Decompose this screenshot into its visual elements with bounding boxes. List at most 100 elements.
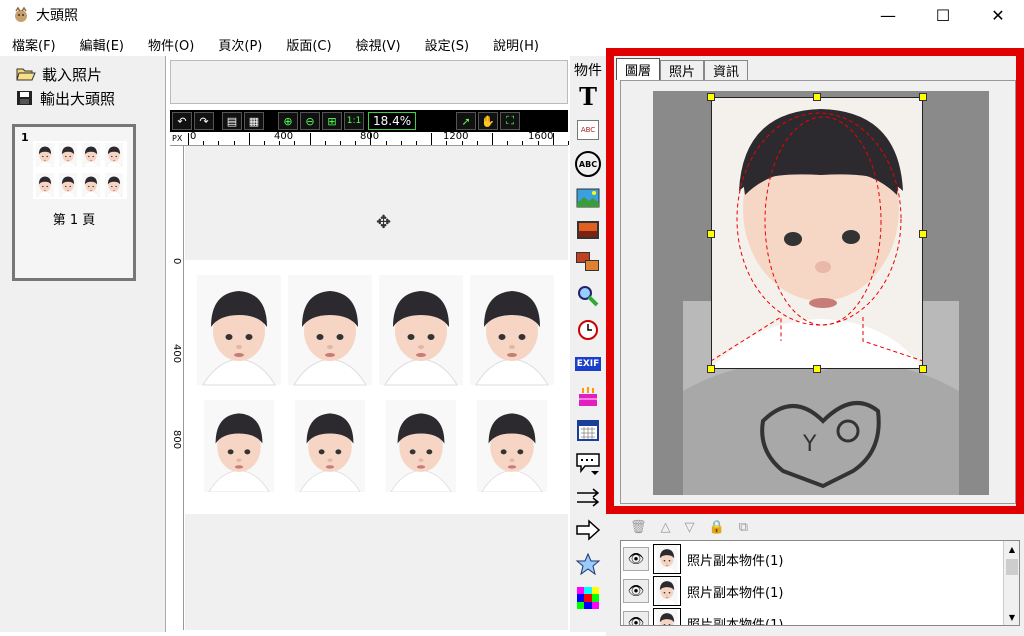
- actual-size-icon[interactable]: 1:1: [344, 112, 364, 130]
- title-bar: 大頭照 — ☐ ✕: [0, 0, 1024, 30]
- trash-icon[interactable]: 🗑: [630, 520, 647, 535]
- clock-icon[interactable]: [574, 318, 602, 342]
- layer-toolbar: 🗑 △ ▽ 🔒 ⧉: [620, 516, 1016, 538]
- ruler-v-label: 0: [171, 258, 182, 265]
- object-toolbar: 物件 T ABC ABC EXIF: [570, 56, 606, 632]
- visibility-eye-icon[interactable]: 👁: [623, 611, 649, 625]
- visibility-eye-icon[interactable]: 👁: [623, 579, 649, 603]
- ruler-tick: [279, 141, 281, 145]
- photo-copy[interactable]: [197, 400, 281, 496]
- redo-icon[interactable]: ↷: [194, 112, 214, 130]
- minimize-button[interactable]: —: [862, 0, 914, 30]
- thumbnail-photo: [35, 143, 56, 171]
- object-label: 物件: [574, 63, 602, 79]
- close-button[interactable]: ✕: [972, 0, 1024, 30]
- birthday-cake-icon[interactable]: [574, 384, 602, 408]
- ruler-tick: [537, 141, 539, 145]
- scroll-down-icon[interactable]: ▼: [1004, 609, 1019, 625]
- select-arrow-icon[interactable]: ➚: [456, 112, 477, 130]
- text-tool-icon[interactable]: T: [574, 82, 602, 111]
- thumbnail-photo: [58, 143, 79, 171]
- arrow-shape-icon[interactable]: [574, 518, 602, 542]
- photo-copy[interactable]: [288, 274, 372, 390]
- layer-item[interactable]: 👁 照片副本物件(1): [623, 607, 1001, 626]
- export-photo-label: 輸出大頭照: [40, 89, 116, 108]
- calendar-icon[interactable]: [574, 418, 602, 442]
- page-thumbnail[interactable]: 1 第 1 頁: [12, 124, 136, 281]
- layer-item[interactable]: 👁 照片副本物件(1): [623, 543, 1001, 575]
- photo-copy[interactable]: [379, 400, 463, 496]
- ruler-tick: [400, 141, 402, 145]
- menu-edit[interactable]: 編輯(E): [68, 35, 136, 54]
- star-shape-icon[interactable]: [574, 552, 602, 576]
- photo-copy[interactable]: [197, 274, 281, 390]
- left-panel: 載入照片 輸出大頭照 1 第 1 頁: [0, 56, 166, 632]
- photo-frame-icon[interactable]: [574, 218, 602, 242]
- ruler-tick: [203, 141, 205, 145]
- magnifier-icon[interactable]: [574, 284, 602, 308]
- line-arrows-icon[interactable]: [574, 486, 602, 510]
- property-area: [170, 60, 568, 104]
- maximize-button[interactable]: ☐: [917, 0, 969, 30]
- multi-photo-icon[interactable]: [574, 250, 602, 274]
- photo-copy[interactable]: [379, 274, 463, 390]
- zoom-level: 18.4%: [368, 112, 417, 130]
- canvas-toolbar: ↶ ↷ ▤ ▦ ⊕ ⊖ ⊞ 1:1 18.4% ➚ ✋ ⛶: [170, 110, 568, 132]
- ruler-tick: [522, 141, 524, 145]
- ruler-unit: PX: [172, 134, 183, 143]
- circle-text-icon[interactable]: ABC: [574, 151, 602, 177]
- menu-file[interactable]: 檔案(F): [0, 35, 68, 54]
- save-disk-icon: [17, 91, 32, 105]
- ruler-tick: [461, 141, 463, 145]
- ruler-tick: [248, 133, 250, 145]
- ruler-tick: [446, 141, 448, 145]
- load-photo-button[interactable]: 載入照片: [0, 62, 165, 86]
- copy-icon[interactable]: ▤: [222, 112, 242, 130]
- photo-copy[interactable]: [470, 274, 554, 390]
- page-number-badge: 1: [21, 131, 29, 144]
- ruler-tick: [294, 141, 296, 145]
- exif-icon[interactable]: EXIF: [574, 352, 602, 376]
- scroll-up-icon[interactable]: ▲: [1004, 541, 1019, 557]
- photo-copy[interactable]: [470, 400, 554, 496]
- layer-thumbnail: [653, 544, 681, 574]
- zoom-in-icon[interactable]: ⊕: [278, 112, 298, 130]
- ruler-v-label: 400: [171, 344, 182, 364]
- ruler-tick: [370, 133, 372, 145]
- photo-copy[interactable]: [288, 400, 372, 496]
- menu-page[interactable]: 頁次(P): [206, 35, 274, 54]
- hand-pan-icon[interactable]: ✋: [478, 112, 499, 130]
- thumbnail-photo: [104, 143, 125, 171]
- menu-view[interactable]: 檢視(V): [344, 35, 413, 54]
- layer-item[interactable]: 👁 照片副本物件(1): [623, 575, 1001, 607]
- ruler-tick: [476, 141, 478, 145]
- scroll-thumb[interactable]: [1006, 559, 1018, 575]
- move-down-icon[interactable]: ▽: [685, 520, 695, 535]
- menu-help[interactable]: 說明(H): [481, 35, 551, 54]
- highlight-frame: [606, 48, 1024, 514]
- lock-icon[interactable]: 🔒: [709, 520, 725, 535]
- visibility-eye-icon[interactable]: 👁: [623, 547, 649, 571]
- mosaic-icon[interactable]: [574, 586, 602, 610]
- move-up-icon[interactable]: △: [661, 520, 671, 535]
- zoom-out-icon[interactable]: ⊖: [300, 112, 320, 130]
- fit-window-icon[interactable]: ⊞: [322, 112, 342, 130]
- circle-text-glyph: ABC: [575, 151, 601, 177]
- undo-icon[interactable]: ↶: [172, 112, 192, 130]
- layer-name: 照片副本物件(1): [687, 617, 784, 626]
- thumbnail-photo: [104, 173, 125, 201]
- speech-bubble-icon[interactable]: [574, 452, 602, 476]
- menu-object[interactable]: 物件(O): [136, 35, 206, 54]
- export-photo-button[interactable]: 輸出大頭照: [0, 86, 165, 110]
- layer-scrollbar[interactable]: ▲ ▼: [1003, 541, 1019, 625]
- duplicate-icon[interactable]: ⧉: [739, 520, 748, 535]
- menu-settings[interactable]: 設定(S): [413, 35, 481, 54]
- paste-icon[interactable]: ▦: [244, 112, 264, 130]
- menu-layout[interactable]: 版面(C): [274, 35, 343, 54]
- word-art-glyph: ABC: [577, 120, 599, 140]
- image-icon[interactable]: [574, 186, 602, 210]
- thumbnail-photo: [58, 173, 79, 201]
- ruler-tick: [492, 133, 493, 145]
- word-art-icon[interactable]: ABC: [574, 118, 602, 142]
- crop-select-icon[interactable]: ⛶: [500, 112, 521, 130]
